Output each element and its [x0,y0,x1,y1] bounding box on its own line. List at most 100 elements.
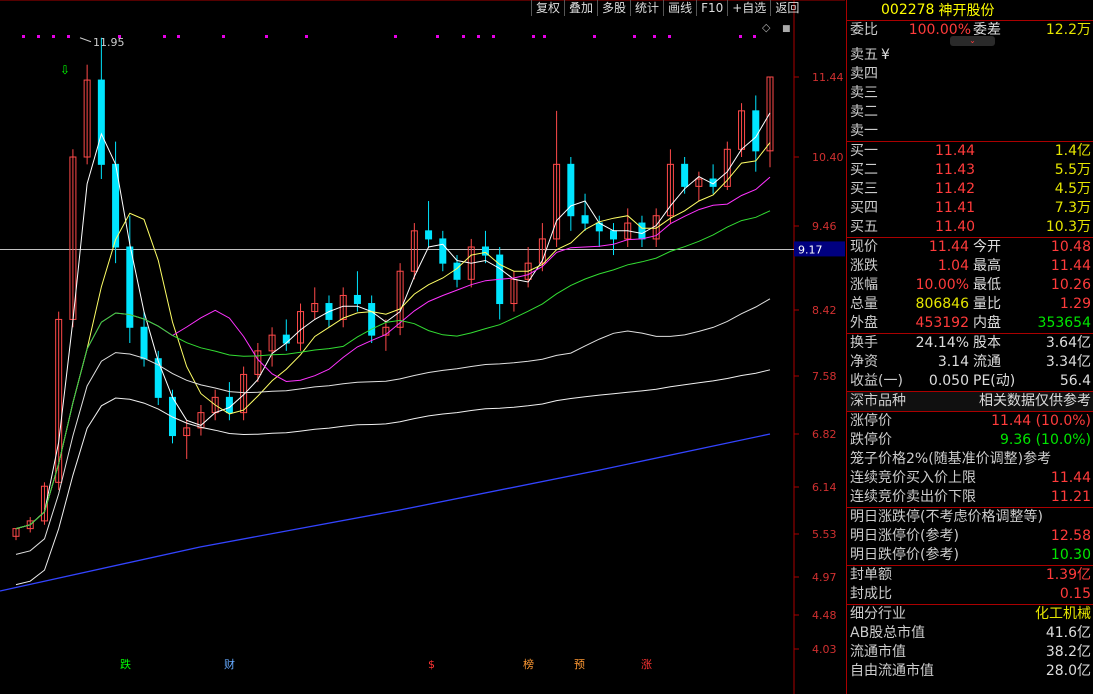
buy-label: 买五 [850,219,878,235]
caps-block: AB股总市值 41.6亿 流通市值 38.2亿 自由流通市值 28.0亿 [847,624,1093,681]
stat-label: 现价 [850,239,878,255]
stat-value: 10.00% [915,277,969,293]
buy-rows: 买一 11.44 1.4亿 买二 11.43 5.5万 买三 11.42 4.5万 买四 11.41… [847,142,1093,237]
signal-dot [477,35,480,38]
tomorrow-row: 明日涨停价(参考) 12.58 [847,527,1093,546]
cage-block: 连续竞价买入价上限 11.44 连续竞价卖出价下限 11.21 [847,469,1093,507]
caps-value: 28.0亿 [1045,663,1091,679]
buy-price[interactable]: 11.42 [935,180,975,199]
sell-row: 卖三 [847,84,1093,103]
signal-dot [394,35,397,38]
buy-price[interactable]: 11.43 [935,161,975,180]
stat-row: 涨幅 10.00% 最低 10.26 [847,276,1093,295]
tomorrow-label: 明日涨停价(参考) [850,528,959,544]
stat2-label: 净资 [850,354,878,370]
sell-row: 卖五 ¥ [847,46,1093,65]
tomorrow-block: 明日涨停价(参考) 12.58 明日跌停价(参考) 10.30 [847,527,1093,565]
price-tick-label: 6.14 [812,481,837,494]
signal-dot [118,35,121,38]
sell-row: 卖一 [847,122,1093,141]
signal-dot [305,35,308,38]
weibi-label: 委比 [850,22,878,38]
buy-row: 买五 11.40 10.3万 [847,218,1093,237]
market-row: 深市品种 相关数据仅供参考 [847,392,1093,411]
candle-body [752,110,760,152]
ma250-line [0,433,771,592]
stat-label-2: 内盘 [973,315,1001,331]
limit-block: 涨停价 11.44 (10.0%) 跌停价 9.36 (10.0%) [847,412,1093,450]
candle-body [353,294,361,305]
buy-label: 买二 [850,162,878,178]
stat-value: 1.04 [937,258,969,274]
buy-price[interactable]: 11.44 [935,142,975,161]
sell-label: 卖一 [850,123,878,139]
industry-value[interactable]: 化工机械 [1035,605,1091,624]
signal-dot [163,35,166,38]
cage-label: 连续竞价买入价上限 [850,470,976,486]
kline-chart[interactable]: 11.44 10.40 9.46 8.42 7.58 6.82 6.14 5.53 4.97 4.… [0,0,845,694]
market-note: 相关数据仅供参考 [979,393,1091,409]
stat2-value: 24.14% [915,335,969,351]
seal-row: 封单额 1.39亿 [847,566,1093,585]
collapse-toggle[interactable]: ⌄ [950,36,995,46]
cage-value: 11.44 [1050,470,1091,486]
seal-value: 0.15 [1059,586,1091,602]
toolbar-button-4[interactable]: 画线 [663,0,696,16]
stat2-value: 0.050 [928,373,969,389]
candle-body [439,238,447,264]
event-marker[interactable]: 榜 [523,657,534,671]
stat-row: 涨跌 1.04 最高 11.44 [847,257,1093,276]
cage-label: 连续竞价卖出价下限 [850,489,976,505]
cage-title-text: 笼子价格2%(随基准价调整)参考 [850,451,1052,467]
toolbar-button-7[interactable]: 返回 [770,0,803,16]
market-label: 深市品种 [850,393,906,409]
stock-header: 002278 神开股份 [847,0,1093,20]
stat-label-2: 最低 [973,277,1001,293]
stat2-value-2: 3.64亿 [1045,335,1091,351]
buy-label: 买三 [850,181,878,197]
cage-title: 笼子价格2%(随基准价调整)参考 [847,450,1093,469]
toolbar-button-2[interactable]: 多股 [597,0,630,16]
price-tick-label: 7.58 [812,370,837,383]
buy-volume: 4.5万 [1054,181,1091,197]
event-marker[interactable]: 跌 [120,657,131,671]
sell-label: 卖三 [850,85,878,101]
toolbar-button-5[interactable]: F10 [696,0,727,16]
price-tick-label: 4.03 [812,643,837,656]
ma120-line [15,369,771,586]
stats-block: 现价 11.44 今开 10.48 涨跌 1.04 最高 11.44 涨幅 10.00% 最低 10.… [847,238,1093,333]
stat-label: 总量 [850,296,878,312]
signal-dot [436,35,439,38]
candle-body [425,230,433,240]
event-marker[interactable]: $ [428,658,435,671]
caps-value: 41.6亿 [1045,625,1091,641]
event-marker[interactable]: 涨 [641,658,652,671]
quote-panel: 002278 神开股份 委比 100.00% 委差 12.2万 ⌄ 卖五 ¥ 卖四卖… [846,0,1093,694]
industry-label: 细分行业 [850,606,906,622]
stat-label-2: 今开 [973,239,1001,255]
kline-svg[interactable]: 11.44 10.40 9.46 8.42 7.58 6.82 6.14 5.53 4.97 4.… [0,0,845,694]
seal-value: 1.39亿 [1045,567,1091,583]
toolbar-button-1[interactable]: 叠加 [564,0,597,16]
event-marker[interactable]: 财 [224,657,235,671]
stat2-value: 3.14 [937,354,969,370]
signal-dot [177,35,180,38]
tomorrow-value: 12.58 [1050,528,1091,544]
limits-value: 11.44 (10.0%) [991,413,1091,429]
signal-dot [739,35,742,38]
buy-price[interactable]: 11.40 [935,218,975,237]
stat-label-2: 量比 [973,296,1001,312]
toolbar-button-3[interactable]: 统计 [630,0,663,16]
candle-body [681,163,689,187]
caps-label: AB股总市值 [850,625,926,641]
toolbar-button-0[interactable]: 复权 [531,0,564,16]
buy-volume: 1.4亿 [1054,143,1091,159]
toolbar-button-6[interactable]: +自选 [727,0,770,16]
signal-dot [492,35,495,38]
price-tick-label: 11.44 [812,71,844,84]
stats-block-2: 换手 24.14% 股本 3.64亿 净资 3.14 流通 3.34亿 收益(一) 0.050 PE… [847,334,1093,391]
buy-price[interactable]: 11.41 [935,199,975,218]
stat2-label-2: 股本 [973,335,1001,351]
event-marker[interactable]: 预 [574,658,585,671]
signal-dot [543,35,546,38]
